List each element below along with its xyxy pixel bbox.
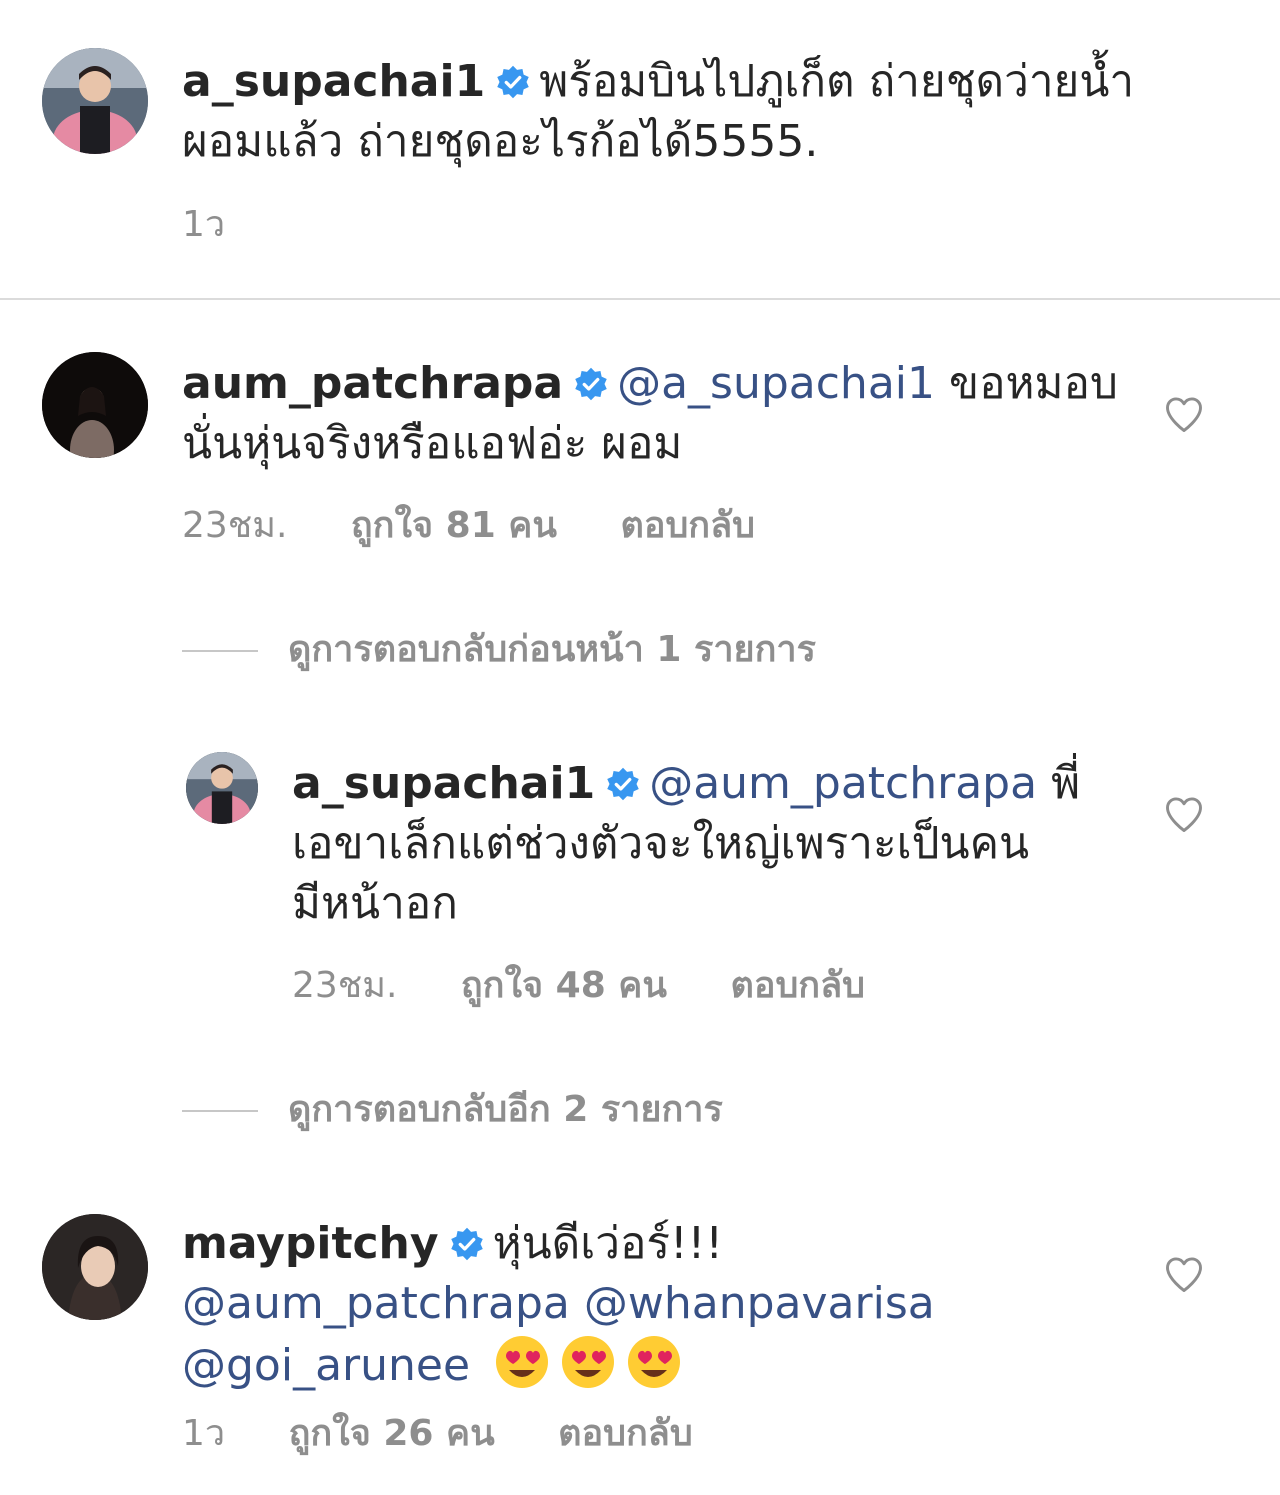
mention-link[interactable]: @a_supachai1 [617,358,935,409]
comment-text: aum_patchrapa @a_supachai1 ขอหมอบ นั่นหุ่… [182,354,1142,474]
comment-text: maypitchy หุ่นดีเว่อร์!!! @aum_patchrapa … [182,1214,1142,1396]
comment-meta: 1ว ถูกใจ 26 คน ตอบกลับ [182,1412,693,1456]
reply-button[interactable]: ตอบกลับ [558,1412,693,1456]
view-replies-button[interactable]: ดูการตอบกลับอีก 2 รายการ [182,1088,723,1132]
view-replies-line [182,1110,258,1112]
avatar[interactable] [42,352,148,458]
likes-count[interactable]: ถูกใจ 81 คน [351,504,557,548]
view-replies-label: ดูการตอบกลับอีก 2 รายการ [288,1089,723,1130]
reply-meta: 23ชม. ถูกใจ 48 คน ตอบกลับ [292,964,865,1008]
verified-badge-icon [497,65,529,99]
heart-eyes-emoji [628,1336,681,1388]
caption-text: a_supachai1 พร้อมบินไปภูเก็ต ถ่ายชุดว่ายน… [182,52,1182,172]
heart-eyes-emoji [496,1336,549,1388]
verified-badge-icon [575,367,607,401]
likes-count[interactable]: ถูกใจ 26 คน [289,1412,495,1456]
comment-time: 1ว [182,1413,226,1454]
caption-time: 1ว [182,204,226,245]
heart-outline-icon[interactable] [1162,792,1206,836]
avatar[interactable] [42,1214,148,1320]
avatar-photo [42,352,148,458]
comment-username[interactable]: maypitchy [182,1218,439,1269]
view-replies-line [182,650,258,652]
verified-badge-icon [607,767,639,801]
avatar[interactable] [42,48,148,154]
caption-username[interactable]: a_supachai1 [182,56,485,107]
heart-outline-icon[interactable] [1162,1252,1206,1296]
reply-text: a_supachai1 @aum_patchrapa พี่เอขาเล็กแต่… [292,754,1112,934]
view-replies-button[interactable]: ดูการตอบกลับก่อนหน้า 1 รายการ [182,628,816,672]
reply-time: 23ชม. [292,965,398,1006]
mention-link[interactable]: @aum_patchrapa [649,758,1037,809]
avatar-photo [42,48,148,154]
mention-link[interactable]: @whanpavarisa [584,1278,935,1329]
avatar[interactable] [186,752,258,824]
comment-time: 23ชม. [182,505,288,546]
likes-count[interactable]: ถูกใจ 48 คน [461,964,667,1008]
heart-outline-icon[interactable] [1162,392,1206,436]
heart-eyes-emoji [562,1336,615,1388]
caption-divider [0,298,1280,300]
reply-button[interactable]: ตอบกลับ [730,964,865,1008]
mention-link[interactable]: @goi_arunee [182,1340,470,1391]
reply-button[interactable]: ตอบกลับ [620,504,755,548]
mention-link[interactable]: @aum_patchrapa [182,1278,570,1329]
verified-badge-icon [450,1227,483,1261]
comment-body: หุ่นดีเว่อร์!!! [492,1218,723,1269]
view-replies-label: ดูการตอบกลับก่อนหน้า 1 รายการ [288,629,816,670]
avatar-photo [186,752,258,824]
comment-username[interactable]: aum_patchrapa [182,358,563,409]
reply-username[interactable]: a_supachai1 [292,758,595,809]
comment-meta: 23ชม. ถูกใจ 81 คน ตอบกลับ [182,504,755,548]
avatar-photo [42,1214,148,1320]
caption-meta: 1ว [182,203,225,247]
